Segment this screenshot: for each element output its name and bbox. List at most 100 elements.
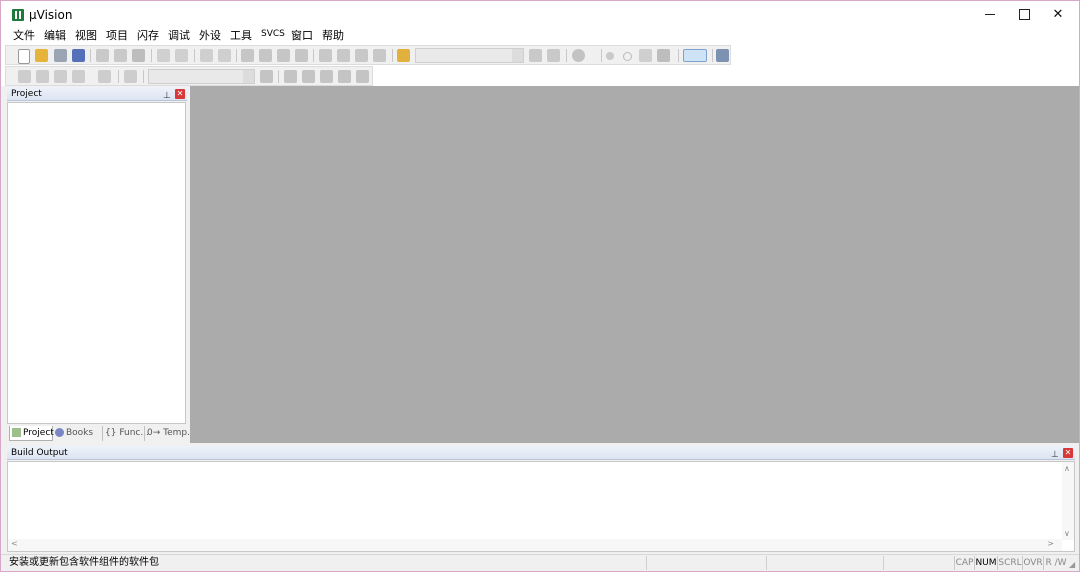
scroll-up-icon[interactable]: ∧ [1064,464,1070,473]
find-in-files-icon[interactable] [397,49,410,62]
status-num: NUM [974,556,997,570]
menu-edit[interactable]: 编辑 [44,27,66,43]
disable-breakpoint-icon[interactable] [623,52,632,61]
bookmark-icon[interactable] [241,49,254,62]
minimize-button[interactable] [973,1,1007,29]
copy-icon[interactable] [114,49,127,62]
build-icon[interactable] [36,70,49,83]
manage-runtime-environment-icon[interactable] [320,70,333,83]
toolbar-separator [313,49,314,62]
configure-wrench-icon[interactable] [716,49,729,62]
books-tab-icon [55,428,64,437]
navigate-back-icon[interactable] [200,49,213,62]
menu-bar: 文件 编辑 视图 项目 闪存 调试 外设 工具 SVCS 窗口 帮助 [1,26,1079,45]
find-icon[interactable] [529,49,542,62]
batch-build-icon[interactable] [72,70,85,83]
open-file-icon[interactable] [35,49,48,62]
tab-project[interactable]: Project [9,426,54,441]
new-file-icon[interactable] [18,49,30,64]
target-options-icon[interactable] [260,70,273,83]
maximize-icon [1018,9,1030,20]
project-tab-icon [12,428,21,437]
download-icon[interactable] [98,70,111,83]
resize-grip-icon[interactable]: ◢ [1069,557,1075,571]
build-output-header: Build Output ⊥ ✕ [7,446,1075,460]
breakpoint-icon[interactable] [606,52,614,60]
close-panel-icon[interactable]: ✕ [1063,448,1073,458]
build-toolbar [5,66,373,86]
target-select[interactable] [148,69,255,84]
build-output-text[interactable]: ∧ ∨ < > [7,461,1075,552]
select-software-packs-icon[interactable] [302,70,315,83]
next-bookmark-icon[interactable] [277,49,290,62]
toolbar-separator [194,49,195,62]
status-divider [766,556,767,570]
vertical-scrollbar[interactable]: ∧ ∨ [1062,462,1074,540]
paste-icon[interactable] [132,49,145,62]
comment-icon[interactable] [355,49,368,62]
status-message: 安装或更新包含软件组件的软件包 [9,557,159,568]
prev-bookmark-icon[interactable] [259,49,272,62]
find-combo-box[interactable] [415,48,524,63]
project-panel-title: Project [11,89,42,99]
toolbar-separator [712,49,713,62]
file-toolbar [5,45,731,65]
stop-build-icon[interactable] [124,70,137,83]
status-bar: 安装或更新包含软件组件的软件包 CAP NUM SCRL OVR R /W ◢ [1,554,1079,571]
indent-icon[interactable] [319,49,332,62]
disable-all-breakpoints-icon[interactable] [639,49,652,62]
tab-books[interactable]: Books [55,426,101,441]
toolbar-separator [151,49,152,62]
menu-view[interactable]: 视图 [75,27,97,43]
maximize-button[interactable] [1007,1,1041,29]
pin-icon[interactable]: ⊥ [1051,448,1059,462]
navigate-forward-icon[interactable] [218,49,231,62]
incremental-find-icon[interactable] [547,49,560,62]
unindent-icon[interactable] [337,49,350,62]
tab-templates[interactable]: 0→ Temp... [144,426,196,441]
menu-peripherals[interactable]: 外设 [199,27,221,43]
menu-svcs[interactable]: SVCS [261,29,285,39]
redo-icon[interactable] [175,49,188,62]
scroll-left-icon[interactable]: < [11,539,18,548]
close-panel-icon[interactable]: ✕ [175,89,185,99]
translate-icon[interactable] [18,70,31,83]
menu-tools[interactable]: 工具 [230,27,252,43]
menu-debug[interactable]: 调试 [168,27,190,43]
save-all-icon[interactable] [72,49,85,62]
clear-bookmarks-icon[interactable] [295,49,308,62]
uvision-app-icon [12,9,24,21]
status-divider [883,556,884,570]
project-panel-tabs: Project Books {} Func... 0→ Temp... [7,425,196,442]
project-tree[interactable] [7,102,186,424]
menu-file[interactable]: 文件 [13,27,35,43]
undo-icon[interactable] [157,49,170,62]
status-ovr: OVR [1022,556,1043,570]
menu-project[interactable]: 项目 [106,27,128,43]
scroll-right-icon[interactable]: > [1047,539,1054,548]
toolbar-separator [118,70,119,83]
editor-area[interactable] [190,86,1079,443]
multi-project-icon[interactable] [356,70,369,83]
pin-icon[interactable]: ⊥ [163,89,171,103]
window-layout-icon[interactable] [683,49,707,62]
cut-icon[interactable] [96,49,109,62]
save-icon[interactable] [54,49,67,62]
scroll-down-icon[interactable]: ∨ [1064,529,1070,538]
window-title: µVision [29,8,73,22]
menu-help[interactable]: 帮助 [322,27,344,43]
kill-all-breakpoints-icon[interactable] [657,49,670,62]
tab-label: Books [66,428,94,438]
rebuild-icon[interactable] [54,70,67,83]
horizontal-scrollbar[interactable]: < > [8,539,1062,551]
close-button[interactable]: ✕ [1041,1,1075,29]
toolbar-separator [678,49,679,62]
manage-project-items-icon[interactable] [284,70,297,83]
menu-flash[interactable]: 闪存 [137,27,159,43]
tab-functions[interactable]: {} Func... [102,426,149,441]
pack-installer-icon[interactable] [338,70,351,83]
status-cap: CAP [954,556,974,570]
uncomment-icon[interactable] [373,49,386,62]
zoom-icon[interactable] [572,49,585,62]
menu-window[interactable]: 窗口 [291,27,313,43]
